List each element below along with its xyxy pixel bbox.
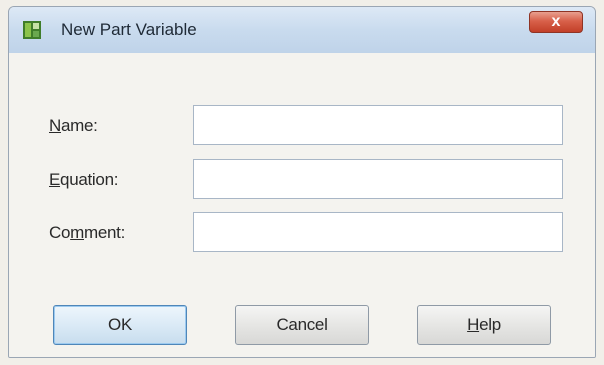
close-button[interactable]: x: [529, 11, 583, 33]
equation-field[interactable]: [193, 159, 563, 199]
ok-button[interactable]: OK: [53, 305, 187, 345]
name-label: Name:: [49, 116, 98, 135]
title-bar[interactable]: New Part Variable x: [9, 7, 595, 54]
dialog-body: Name: Equation: Comment: OK Cancel Help: [9, 53, 595, 357]
help-button[interactable]: Help: [417, 305, 551, 345]
new-part-variable-dialog: New Part Variable x Name: Equation: Comm…: [8, 6, 596, 358]
equation-label: Equation:: [49, 170, 119, 189]
comment-label: Comment:: [49, 223, 126, 242]
comment-field[interactable]: [193, 212, 563, 252]
window-title: New Part Variable: [61, 20, 197, 39]
close-icon: x: [551, 13, 561, 30]
variable-table-icon: [23, 21, 41, 39]
name-field[interactable]: [193, 105, 563, 145]
cancel-button[interactable]: Cancel: [235, 305, 369, 345]
